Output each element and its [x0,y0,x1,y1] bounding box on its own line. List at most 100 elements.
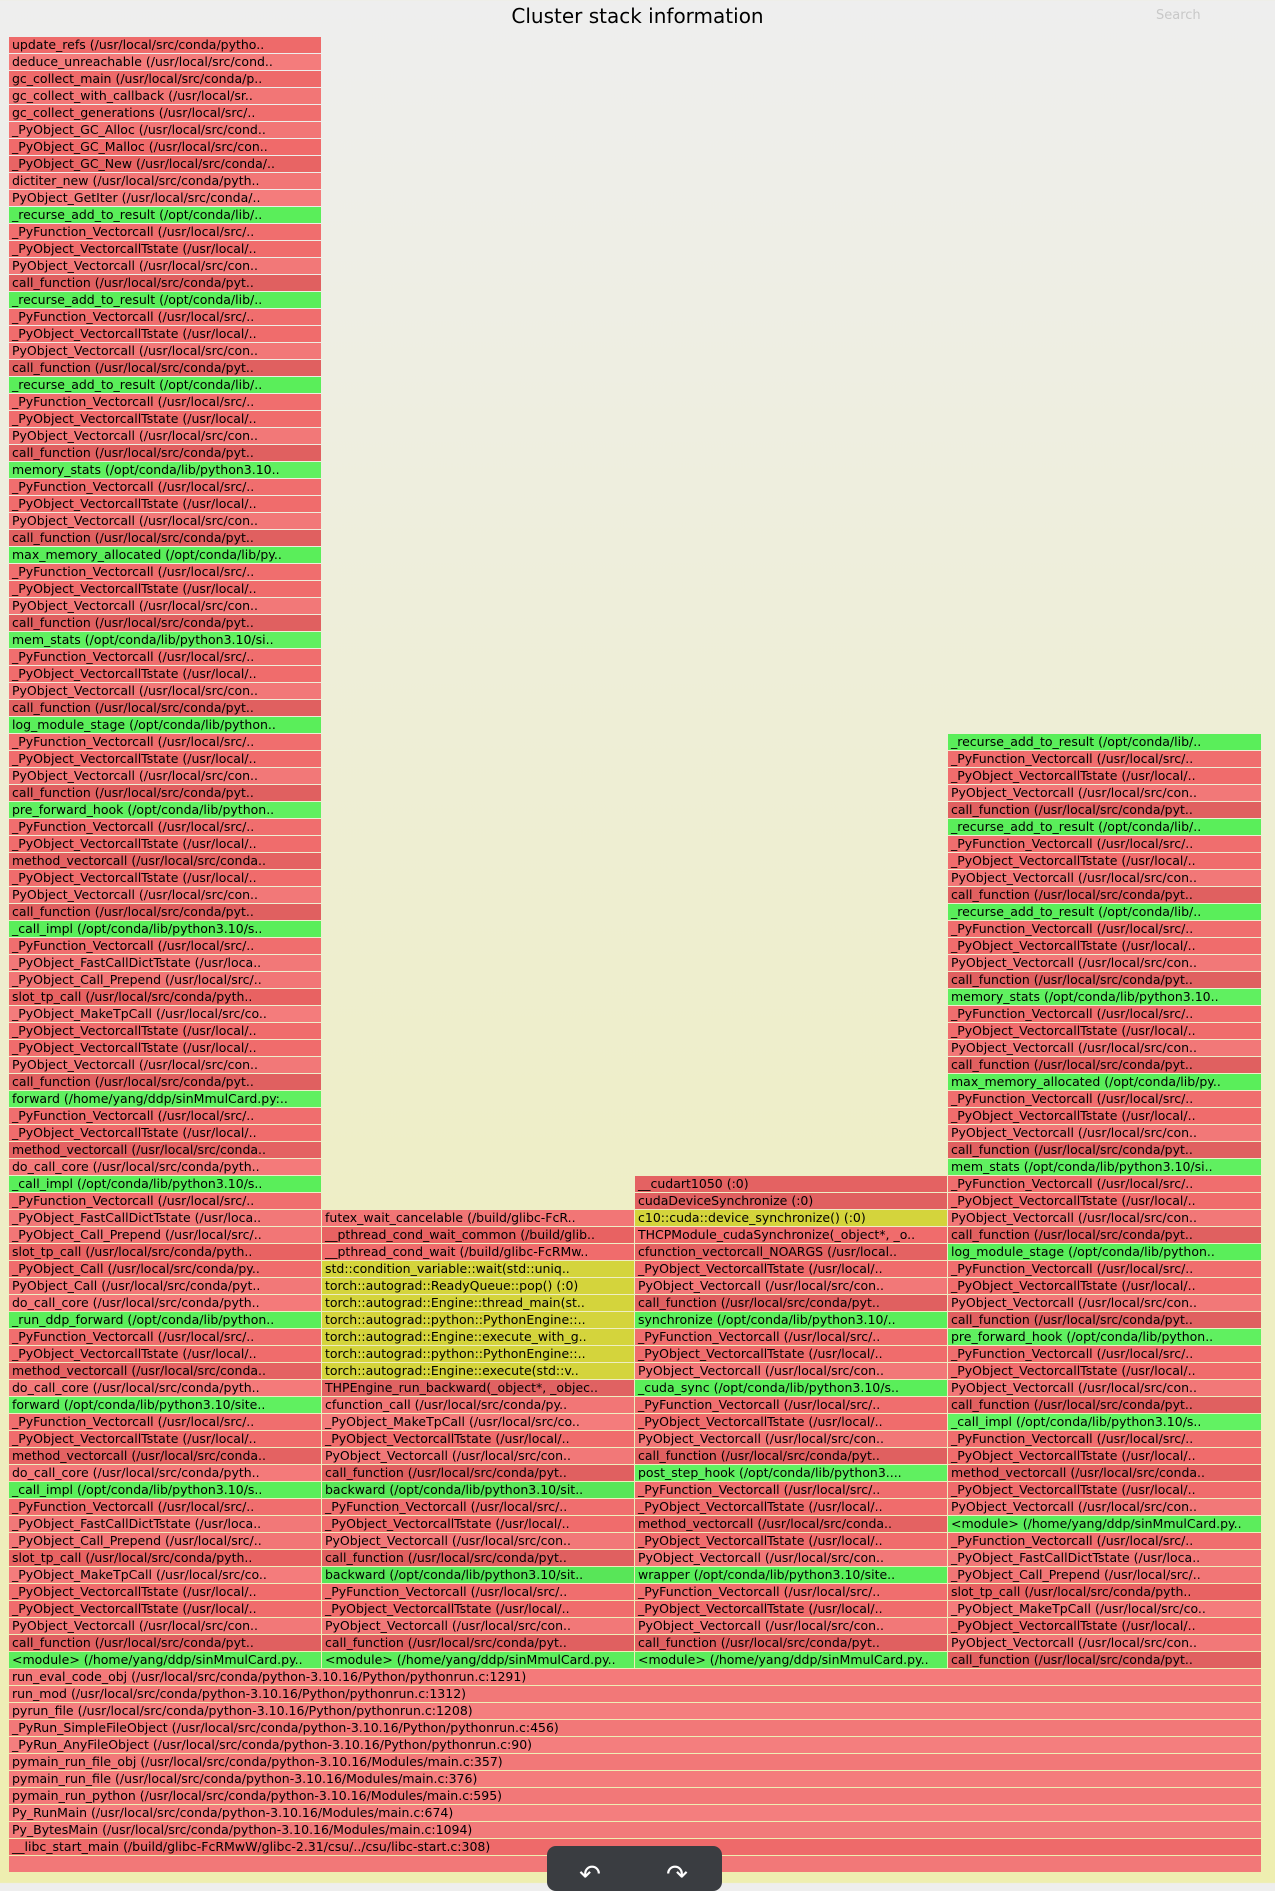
frame-slot-tp-call[interactable]: slot_tp_call (/usr/local/src/conda/pyth.… [9,989,321,1005]
frame-recurse-add-to-result[interactable]: _recurse_add_to_result (/opt/conda/lib/.… [948,819,1261,835]
frame-pyobject-getiter[interactable]: PyObject_GetIter (/usr/local/src/conda/.… [9,190,321,206]
frame-pyobject-vectorcalltstate[interactable]: _PyObject_VectorcallTstate (/usr/local/.… [635,1414,947,1430]
frame-torch-autograd-engine-execute-with-graph-task[interactable]: torch::autograd::Engine::execute_with_g.… [322,1329,634,1345]
frame-pyfunction-vectorcall[interactable]: _PyFunction_Vectorcall (/usr/local/src/.… [948,836,1261,852]
frame-mem-stats[interactable]: mem_stats (/opt/conda/lib/python3.10/si.… [9,632,321,648]
frame-run-ddp-forward[interactable]: _run_ddp_forward (/opt/conda/lib/python.… [9,1312,321,1328]
frame-pyobject-vectorcall[interactable]: PyObject_Vectorcall (/usr/local/src/con.… [9,1057,321,1073]
frame-do-call-core[interactable]: do_call_core (/usr/local/src/conda/pyth.… [9,1380,321,1396]
frame-pre-forward-hook[interactable]: pre_forward_hook (/opt/conda/lib/python.… [948,1329,1261,1345]
frame-run-eval-code-obj[interactable]: run_eval_code_obj (/usr/local/src/conda/… [9,1669,1261,1685]
frame-pyobject-vectorcalltstate[interactable]: _PyObject_VectorcallTstate (/usr/local/.… [948,938,1261,954]
frame-pyobject-call-prepend[interactable]: _PyObject_Call_Prepend (/usr/local/src/.… [9,1227,321,1243]
frame-py-runmain[interactable]: Py_RunMain (/usr/local/src/conda/python-… [9,1805,1261,1821]
frame-method-vectorcall[interactable]: method_vectorcall (/usr/local/src/conda.… [9,1363,321,1379]
frame-pyobject-vectorcall[interactable]: PyObject_Vectorcall (/usr/local/src/con.… [948,1499,1261,1515]
frame-pyobject-vectorcall[interactable]: PyObject_Vectorcall (/usr/local/src/con.… [322,1533,634,1549]
frame-max-memory-allocated[interactable]: max_memory_allocated (/opt/conda/lib/py.… [948,1074,1261,1090]
frame-call-function[interactable]: call_function (/usr/local/src/conda/pyt.… [9,1074,321,1090]
frame-method-vectorcall[interactable]: method_vectorcall (/usr/local/src/conda.… [635,1516,947,1532]
redo-icon[interactable]: ↷ [662,1860,692,1890]
frame-call-function[interactable]: call_function (/usr/local/src/conda/pyt.… [948,1397,1261,1413]
frame-pyfunction-vectorcall[interactable]: _PyFunction_Vectorcall (/usr/local/src/.… [9,1499,321,1515]
frame-pyfunction-vectorcall[interactable]: _PyFunction_Vectorcall (/usr/local/src/.… [9,734,321,750]
frame-pyobject-vectorcall[interactable]: PyObject_Vectorcall (/usr/local/src/con.… [948,1210,1261,1226]
frame-call-function[interactable]: call_function (/usr/local/src/conda/pyt.… [948,1652,1261,1668]
frame-pyobject-vectorcall[interactable]: PyObject_Vectorcall (/usr/local/src/con.… [9,768,321,784]
frame-recurse-add-to-result[interactable]: _recurse_add_to_result (/opt/conda/lib/.… [9,207,321,223]
frame-call-function[interactable]: call_function (/usr/local/src/conda/pyt.… [9,530,321,546]
frame-pyfunction-vectorcall[interactable]: _PyFunction_Vectorcall (/usr/local/src/.… [9,1193,321,1209]
frame-pyobject-vectorcalltstate[interactable]: _PyObject_VectorcallTstate (/usr/local/.… [948,768,1261,784]
frame-call-function[interactable]: call_function (/usr/local/src/conda/pyt.… [948,1312,1261,1328]
frame-pyobject-vectorcalltstate[interactable]: _PyObject_VectorcallTstate (/usr/local/.… [948,1363,1261,1379]
frame-call-function[interactable]: call_function (/usr/local/src/conda/pyt.… [9,904,321,920]
frame-call-function[interactable]: call_function (/usr/local/src/conda/pyt.… [9,700,321,716]
frame-forward[interactable]: forward (/home/yang/ddp/sinMmulCard.py:.… [9,1091,321,1107]
frame-memory-stats[interactable]: memory_stats (/opt/conda/lib/python3.10.… [9,462,321,478]
frame-pyobject-vectorcall[interactable]: PyObject_Vectorcall (/usr/local/src/con.… [9,1618,321,1634]
frame-pyrun-simplefileobject[interactable]: _PyRun_SimpleFileObject (/usr/local/src/… [9,1720,1261,1736]
frame-slot-tp-call[interactable]: slot_tp_call (/usr/local/src/conda/pyth.… [9,1244,321,1260]
frame-pyobject-vectorcall[interactable]: PyObject_Vectorcall (/usr/local/src/con.… [635,1550,947,1566]
frame-pyfunction-vectorcall[interactable]: _PyFunction_Vectorcall (/usr/local/src/.… [948,921,1261,937]
frame-pyobject-vectorcall[interactable]: PyObject_Vectorcall (/usr/local/src/con.… [635,1363,947,1379]
frame-call-function[interactable]: call_function (/usr/local/src/conda/pyt.… [9,445,321,461]
frame-pyobject-vectorcalltstate[interactable]: _PyObject_VectorcallTstate (/usr/local/.… [635,1499,947,1515]
frame-pyobject-vectorcalltstate[interactable]: _PyObject_VectorcallTstate (/usr/local/.… [9,666,321,682]
frame-c10-cuda-device-synchronize[interactable]: c10::cuda::device_synchronize() (:0) [635,1210,947,1226]
frame-call-function[interactable]: call_function (/usr/local/src/conda/pyt.… [9,360,321,376]
frame-mem-stats[interactable]: mem_stats (/opt/conda/lib/python3.10/si.… [948,1159,1261,1175]
frame-pyobject-vectorcalltstate[interactable]: _PyObject_VectorcallTstate (/usr/local/.… [635,1601,947,1617]
frame-call-impl[interactable]: _call_impl (/opt/conda/lib/python3.10/s.… [9,1176,321,1192]
frame-slot-tp-call[interactable]: slot_tp_call (/usr/local/src/conda/pyth.… [9,1550,321,1566]
frame-pyobject-vectorcall[interactable]: PyObject_Vectorcall (/usr/local/src/con.… [948,1295,1261,1311]
frame-do-call-core[interactable]: do_call_core (/usr/local/src/conda/pyth.… [9,1295,321,1311]
frame-method-vectorcall[interactable]: method_vectorcall (/usr/local/src/conda.… [9,1142,321,1158]
frame-pyfunction-vectorcall[interactable]: _PyFunction_Vectorcall (/usr/local/src/.… [9,938,321,954]
frame-pyobject-vectorcall[interactable]: PyObject_Vectorcall (/usr/local/src/con.… [948,1125,1261,1141]
frame-method-vectorcall[interactable]: method_vectorcall (/usr/local/src/conda.… [948,1465,1261,1481]
frame-recurse-add-to-result[interactable]: _recurse_add_to_result (/opt/conda/lib/.… [9,292,321,308]
frame-pyobject-vectorcalltstate[interactable]: _PyObject_VectorcallTstate (/usr/local/.… [9,241,321,257]
frame-max-memory-allocated[interactable]: max_memory_allocated (/opt/conda/lib/py.… [9,547,321,563]
frame-pyfunction-vectorcall[interactable]: _PyFunction_Vectorcall (/usr/local/src/.… [9,1414,321,1430]
frame-pyfunction-vectorcall[interactable]: _PyFunction_Vectorcall (/usr/local/src/.… [948,1533,1261,1549]
frame-pymain-run-python[interactable]: pymain_run_python (/usr/local/src/conda/… [9,1788,1261,1804]
frame-pyobject-vectorcall[interactable]: PyObject_Vectorcall (/usr/local/src/con.… [9,343,321,359]
frame-pyobject-vectorcalltstate[interactable]: _PyObject_VectorcallTstate (/usr/local/.… [322,1431,634,1447]
frame-pyobject-vectorcalltstate[interactable]: _PyObject_VectorcallTstate (/usr/local/.… [9,751,321,767]
frame-pyfunction-vectorcall[interactable]: _PyFunction_Vectorcall (/usr/local/src/.… [948,1091,1261,1107]
frame-pthread-cond-wait[interactable]: __pthread_cond_wait (/build/glibc-FcRMw.… [322,1244,634,1260]
frame-pre-forward-hook[interactable]: pre_forward_hook (/opt/conda/lib/python.… [9,802,321,818]
frame-pyfunction-vectorcall[interactable]: _PyFunction_Vectorcall (/usr/local/src/.… [9,819,321,835]
frame-call-function[interactable]: call_function (/usr/local/src/conda/pyt.… [948,972,1261,988]
frame-pyfunction-vectorcall[interactable]: _PyFunction_Vectorcall (/usr/local/src/.… [948,1431,1261,1447]
frame-pyobject-vectorcalltstate[interactable]: _PyObject_VectorcallTstate (/usr/local/.… [9,1601,321,1617]
frame-pyobject-vectorcall[interactable]: PyObject_Vectorcall (/usr/local/src/con.… [948,870,1261,886]
frame-pyobject-maketpcall[interactable]: _PyObject_MakeTpCall (/usr/local/src/co.… [322,1414,634,1430]
frame-call-function[interactable]: call_function (/usr/local/src/conda/pyt.… [948,887,1261,903]
frame-dictiter-new[interactable]: dictiter_new (/usr/local/src/conda/pyth.… [9,173,321,189]
frame-pyfunction-vectorcall[interactable]: _PyFunction_Vectorcall (/usr/local/src/.… [635,1329,947,1345]
frame-pyfunction-vectorcall[interactable]: _PyFunction_Vectorcall (/usr/local/src/.… [635,1584,947,1600]
frame-pyobject-vectorcalltstate[interactable]: _PyObject_VectorcallTstate (/usr/local/.… [322,1516,634,1532]
frame-call-function[interactable]: call_function (/usr/local/src/conda/pyt.… [948,1142,1261,1158]
frame-pyobject-vectorcall[interactable]: PyObject_Vectorcall (/usr/local/src/con.… [948,1635,1261,1651]
frame-pyrun-anyfileobject[interactable]: _PyRun_AnyFileObject (/usr/local/src/con… [9,1737,1261,1753]
frame-pyobject-call-prepend[interactable]: _PyObject_Call_Prepend (/usr/local/src/.… [9,1533,321,1549]
frame-pyobject-maketpcall[interactable]: _PyObject_MakeTpCall (/usr/local/src/co.… [948,1601,1261,1617]
frame-pyfunction-vectorcall[interactable]: _PyFunction_Vectorcall (/usr/local/src/.… [948,751,1261,767]
frame-call-function[interactable]: call_function (/usr/local/src/conda/pyt.… [635,1635,947,1651]
frame-pyobject-vectorcalltstate[interactable]: _PyObject_VectorcallTstate (/usr/local/.… [9,1023,321,1039]
frame-pyobject-vectorcall[interactable]: PyObject_Vectorcall (/usr/local/src/con.… [948,785,1261,801]
frame-call-function[interactable]: call_function (/usr/local/src/conda/pyt.… [9,275,321,291]
frame-pyobject-vectorcalltstate[interactable]: _PyObject_VectorcallTstate (/usr/local/.… [322,1601,634,1617]
frame-pyobject-vectorcalltstate[interactable]: _PyObject_VectorcallTstate (/usr/local/.… [9,496,321,512]
frame-slot-tp-call[interactable]: slot_tp_call (/usr/local/src/conda/pyth.… [948,1584,1261,1600]
frame-backward[interactable]: backward (/opt/conda/lib/python3.10/sit.… [322,1482,634,1498]
frame-cudadevicesynchronize[interactable]: cudaDeviceSynchronize (:0) [635,1193,947,1209]
frame-pyobject-vectorcall[interactable]: PyObject_Vectorcall (/usr/local/src/con.… [948,955,1261,971]
frame-pyobject-gc-alloc[interactable]: _PyObject_GC_Alloc (/usr/local/src/cond.… [9,122,321,138]
frame-pyrun-file[interactable]: pyrun_file (/usr/local/src/conda/python-… [9,1703,1261,1719]
